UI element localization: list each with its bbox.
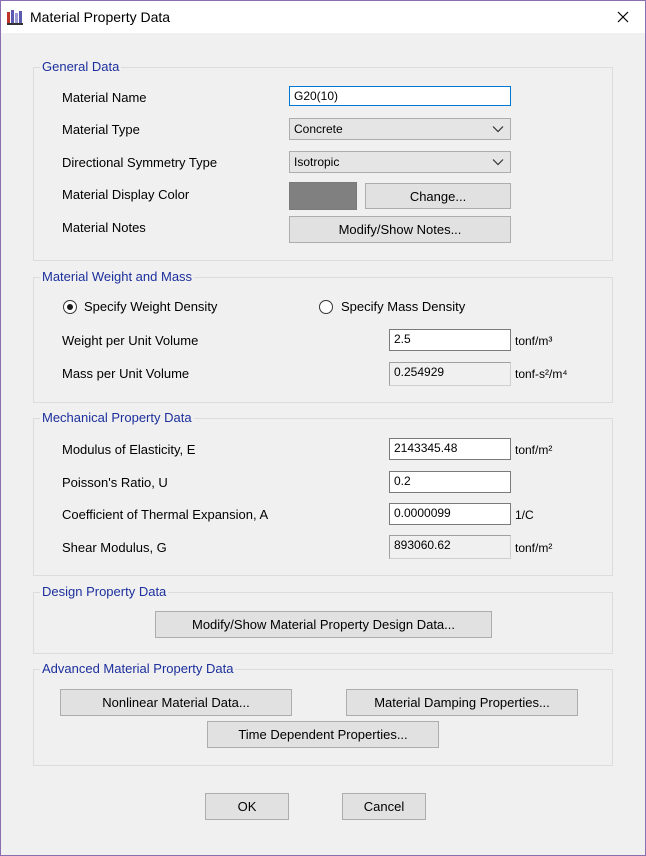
- material-type-label: Material Type: [62, 122, 140, 137]
- thermal-expansion-input[interactable]: 0.0000099: [389, 503, 511, 525]
- shear-modulus-field: 893060.62: [389, 535, 511, 559]
- material-type-select[interactable]: Concrete: [289, 118, 511, 140]
- mass-density-radio-label[interactable]: Specify Mass Density: [341, 299, 465, 314]
- material-notes-label: Material Notes: [62, 220, 146, 235]
- close-button[interactable]: [601, 1, 645, 33]
- mass-unit: tonf-s²/m⁴: [515, 367, 568, 381]
- chevron-down-icon: [492, 159, 504, 166]
- time-dependent-button[interactable]: Time Dependent Properties...: [207, 721, 439, 748]
- thermal-unit: 1/C: [515, 508, 534, 522]
- general-data-legend: General Data: [40, 59, 122, 74]
- modulus-elasticity-input[interactable]: 2143345.48: [389, 438, 511, 460]
- symmetry-type-label: Directional Symmetry Type: [62, 155, 218, 170]
- material-name-label: Material Name: [62, 90, 147, 105]
- app-icon: [7, 10, 23, 25]
- mechanical-property-legend: Mechanical Property Data: [40, 410, 194, 425]
- modulus-elasticity-label: Modulus of Elasticity, E: [62, 442, 196, 457]
- shear-unit: tonf/m²: [515, 541, 553, 555]
- modify-notes-button[interactable]: Modify/Show Notes...: [289, 216, 511, 243]
- weight-density-radio[interactable]: [63, 300, 77, 314]
- poisson-ratio-input[interactable]: 0.2: [389, 471, 511, 493]
- cancel-button[interactable]: Cancel: [342, 793, 426, 820]
- weight-density-radio-label[interactable]: Specify Weight Density: [84, 299, 217, 314]
- advanced-property-legend: Advanced Material Property Data: [40, 661, 236, 676]
- window-title: Material Property Data: [30, 9, 171, 25]
- weight-mass-group: Material Weight and Mass Specify Weight …: [33, 269, 613, 403]
- advanced-property-group: Advanced Material Property Data Nonlinea…: [33, 661, 613, 766]
- material-type-value: Concrete: [294, 122, 343, 136]
- modify-design-data-button[interactable]: Modify/Show Material Property Design Dat…: [155, 611, 492, 638]
- mass-density-radio[interactable]: [319, 300, 333, 314]
- poisson-ratio-label: Poisson's Ratio, U: [62, 475, 168, 490]
- shear-modulus-label: Shear Modulus, G: [62, 540, 167, 555]
- change-color-button[interactable]: Change...: [365, 183, 511, 209]
- nonlinear-material-button[interactable]: Nonlinear Material Data...: [60, 689, 292, 716]
- radio-selected-dot: [67, 304, 73, 310]
- close-icon: [617, 11, 629, 23]
- symmetry-type-select[interactable]: Isotropic: [289, 151, 511, 173]
- damping-properties-button[interactable]: Material Damping Properties...: [346, 689, 578, 716]
- weight-unit: tonf/m³: [515, 334, 553, 348]
- mechanical-property-group: Mechanical Property Data Modulus of Elas…: [33, 410, 613, 576]
- display-color-label: Material Display Color: [62, 187, 190, 202]
- design-property-group: Design Property Data Modify/Show Materia…: [33, 584, 613, 654]
- mass-per-volume-label: Mass per Unit Volume: [62, 366, 190, 381]
- dialog-window: Material Property Data General Data Mate…: [0, 0, 646, 856]
- symmetry-type-value: Isotropic: [294, 155, 340, 169]
- design-property-legend: Design Property Data: [40, 584, 169, 599]
- ok-button[interactable]: OK: [205, 793, 289, 820]
- weight-per-volume-label: Weight per Unit Volume: [62, 333, 199, 348]
- display-color-swatch: [289, 182, 357, 210]
- modulus-unit: tonf/m²: [515, 443, 553, 457]
- material-name-input[interactable]: G20(10): [289, 86, 511, 106]
- general-data-group: General Data Material Name G20(10) Mater…: [33, 59, 613, 261]
- chevron-down-icon: [492, 126, 504, 133]
- title-bar[interactable]: Material Property Data: [1, 1, 645, 33]
- mass-per-volume-field: 0.254929: [389, 362, 511, 386]
- weight-mass-legend: Material Weight and Mass: [40, 269, 195, 284]
- thermal-expansion-label: Coefficient of Thermal Expansion, A: [62, 507, 269, 522]
- weight-per-volume-input[interactable]: 2.5: [389, 329, 511, 351]
